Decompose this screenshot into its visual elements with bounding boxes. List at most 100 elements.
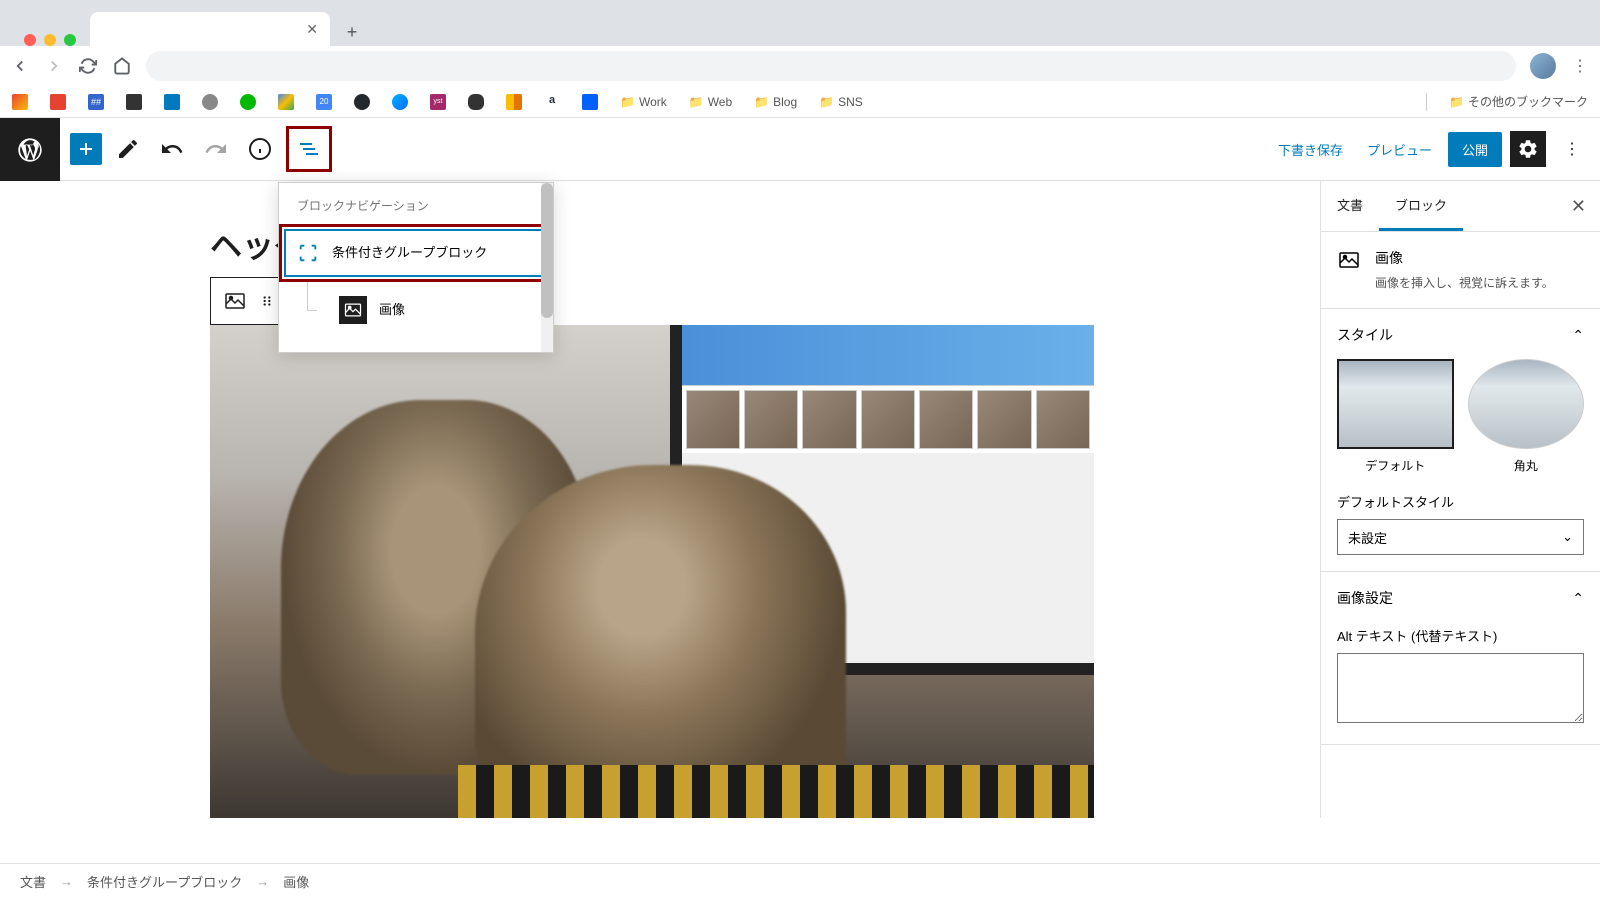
bookmark-folder-other[interactable]: 📁その他のブックマーク: [1449, 93, 1588, 110]
home-icon[interactable]: [112, 56, 132, 76]
folder-icon: 📁: [754, 95, 769, 109]
bookmark-amazon[interactable]: a: [544, 94, 560, 110]
info-button[interactable]: [242, 131, 278, 167]
browser-chrome: ✕ + ⋮ ## 20 yst a 📁Work 📁Web 📁Blog 📁SNS: [0, 0, 1600, 118]
forward-icon[interactable]: [44, 56, 64, 76]
sidebar-close-icon[interactable]: ✕: [1565, 190, 1592, 223]
image-settings-header[interactable]: 画像設定 ⌃: [1337, 588, 1584, 608]
block-navigation-button[interactable]: [291, 131, 327, 167]
tab-close-icon[interactable]: ✕: [306, 21, 318, 38]
image-block-icon: [1337, 248, 1361, 272]
window-controls: [24, 34, 76, 46]
nav-toolbar: ⋮: [0, 46, 1600, 86]
drive-icon: [278, 94, 294, 110]
chevron-down-icon: ⌄: [1562, 529, 1573, 545]
todoist-icon: [50, 94, 66, 110]
bookmark-folder-work[interactable]: 📁Work: [620, 95, 667, 109]
block-type-icon[interactable]: [217, 283, 253, 319]
block-description: 画像を挿入し、視覚に訴えます。: [1375, 274, 1554, 292]
wordpress-logo[interactable]: [0, 118, 60, 181]
window-minimize-icon[interactable]: [44, 34, 56, 46]
breadcrumb-separator-icon: →: [60, 874, 73, 889]
bookmark-cloud[interactable]: [468, 94, 484, 110]
image-block-icon: [339, 296, 367, 324]
more-options-button[interactable]: ⋮: [1554, 131, 1590, 167]
style-panel-header[interactable]: スタイル ⌃: [1337, 325, 1584, 345]
bookmark-gmail[interactable]: [12, 94, 28, 110]
edit-mode-button[interactable]: [110, 131, 146, 167]
nav-item-conditional-group[interactable]: 条件付きグループブロック: [284, 229, 548, 277]
editor-canvas[interactable]: ヘッダーメディ ⌃ ⌄: [60, 181, 1320, 818]
bookmark-terminal[interactable]: [126, 94, 142, 110]
image-block[interactable]: [210, 325, 1094, 818]
bookmark-todoist[interactable]: [50, 94, 66, 110]
analytics-icon: [506, 94, 522, 110]
back-icon[interactable]: [10, 56, 30, 76]
power-icon: [202, 94, 218, 110]
gmail-icon: [12, 94, 28, 110]
browser-menu-icon[interactable]: ⋮: [1570, 56, 1590, 76]
tab-document[interactable]: 文書: [1321, 181, 1379, 231]
window-close-icon[interactable]: [24, 34, 36, 46]
folder-icon: 📁: [1449, 95, 1464, 109]
save-draft-button[interactable]: 下書き保存: [1270, 132, 1351, 167]
breadcrumb-item[interactable]: 画像: [283, 872, 309, 891]
address-bar[interactable]: [146, 51, 1516, 81]
bookmark-github[interactable]: [354, 94, 370, 110]
group-block-icon: [296, 241, 320, 265]
bookmark-power[interactable]: [202, 94, 218, 110]
messenger-icon: [392, 94, 408, 110]
undo-button[interactable]: [154, 131, 190, 167]
chevron-up-icon: ⌃: [1572, 327, 1584, 344]
redo-button[interactable]: [198, 131, 234, 167]
bookmarks-bar: ## 20 yst a 📁Work 📁Web 📁Blog 📁SNS 📁その他のブ…: [0, 86, 1600, 118]
trello-icon: [164, 94, 180, 110]
bookmark-folder-sns[interactable]: 📁SNS: [819, 95, 863, 109]
block-name: 画像: [1375, 248, 1554, 268]
add-block-button[interactable]: [70, 133, 102, 165]
drag-handle-icon[interactable]: [257, 283, 277, 319]
tab-block[interactable]: ブロック: [1379, 181, 1463, 231]
bookmark-trello[interactable]: [164, 94, 180, 110]
reload-icon[interactable]: [78, 56, 98, 76]
hash-icon: ##: [88, 94, 104, 110]
chevron-up-icon: ⌃: [1572, 590, 1584, 607]
bookmark-drive[interactable]: [278, 94, 294, 110]
bookmark-analytics[interactable]: [506, 94, 522, 110]
nav-item-image[interactable]: 画像: [329, 286, 543, 334]
style-option-rounded[interactable]: 角丸: [1468, 359, 1585, 474]
window-maximize-icon[interactable]: [64, 34, 76, 46]
default-style-label: デフォルトスタイル: [1337, 492, 1584, 511]
nav-popup-title: ブロックナビゲーション: [279, 183, 553, 224]
style-panel: スタイル ⌃ デフォルト 角丸 デフォルトスタイル 未設定 ⌄: [1321, 309, 1600, 572]
bookmark-messenger[interactable]: [392, 94, 408, 110]
nav-item-child: 画像: [319, 282, 553, 338]
preview-button[interactable]: プレビュー: [1359, 132, 1440, 167]
style-option-default[interactable]: デフォルト: [1337, 359, 1454, 474]
bookmark-dropbox[interactable]: [582, 94, 598, 110]
settings-button[interactable]: [1510, 131, 1546, 167]
bookmark-hash[interactable]: ##: [88, 94, 104, 110]
breadcrumb-item[interactable]: 条件付きグループブロック: [87, 872, 242, 891]
terminal-icon: [126, 94, 142, 110]
bookmark-folder-blog[interactable]: 📁Blog: [754, 95, 797, 109]
publish-button[interactable]: 公開: [1448, 132, 1502, 167]
browser-tab[interactable]: ✕: [90, 12, 330, 46]
profile-avatar[interactable]: [1530, 53, 1556, 79]
bookmark-calendar[interactable]: 20: [316, 94, 332, 110]
folder-icon: 📁: [620, 95, 635, 109]
sidebar-tabs: 文書 ブロック ✕: [1321, 181, 1600, 232]
cloud-icon: [468, 94, 484, 110]
bookmark-line[interactable]: [240, 94, 256, 110]
popup-scrollbar[interactable]: [541, 183, 553, 352]
breadcrumb-item[interactable]: 文書: [20, 872, 46, 891]
default-style-select[interactable]: 未設定 ⌄: [1337, 519, 1584, 555]
alt-text-label: Alt テキスト (代替テキスト): [1337, 626, 1584, 645]
alt-text-input[interactable]: [1337, 653, 1584, 723]
new-tab-button[interactable]: +: [338, 18, 366, 46]
bookmark-folder-web[interactable]: 📁Web: [689, 95, 732, 109]
line-icon: [240, 94, 256, 110]
bookmark-yoast[interactable]: yst: [430, 94, 446, 110]
editor-header: 下書き保存 プレビュー 公開 ⋮: [60, 118, 1600, 181]
tab-strip: ✕ +: [0, 0, 1600, 46]
